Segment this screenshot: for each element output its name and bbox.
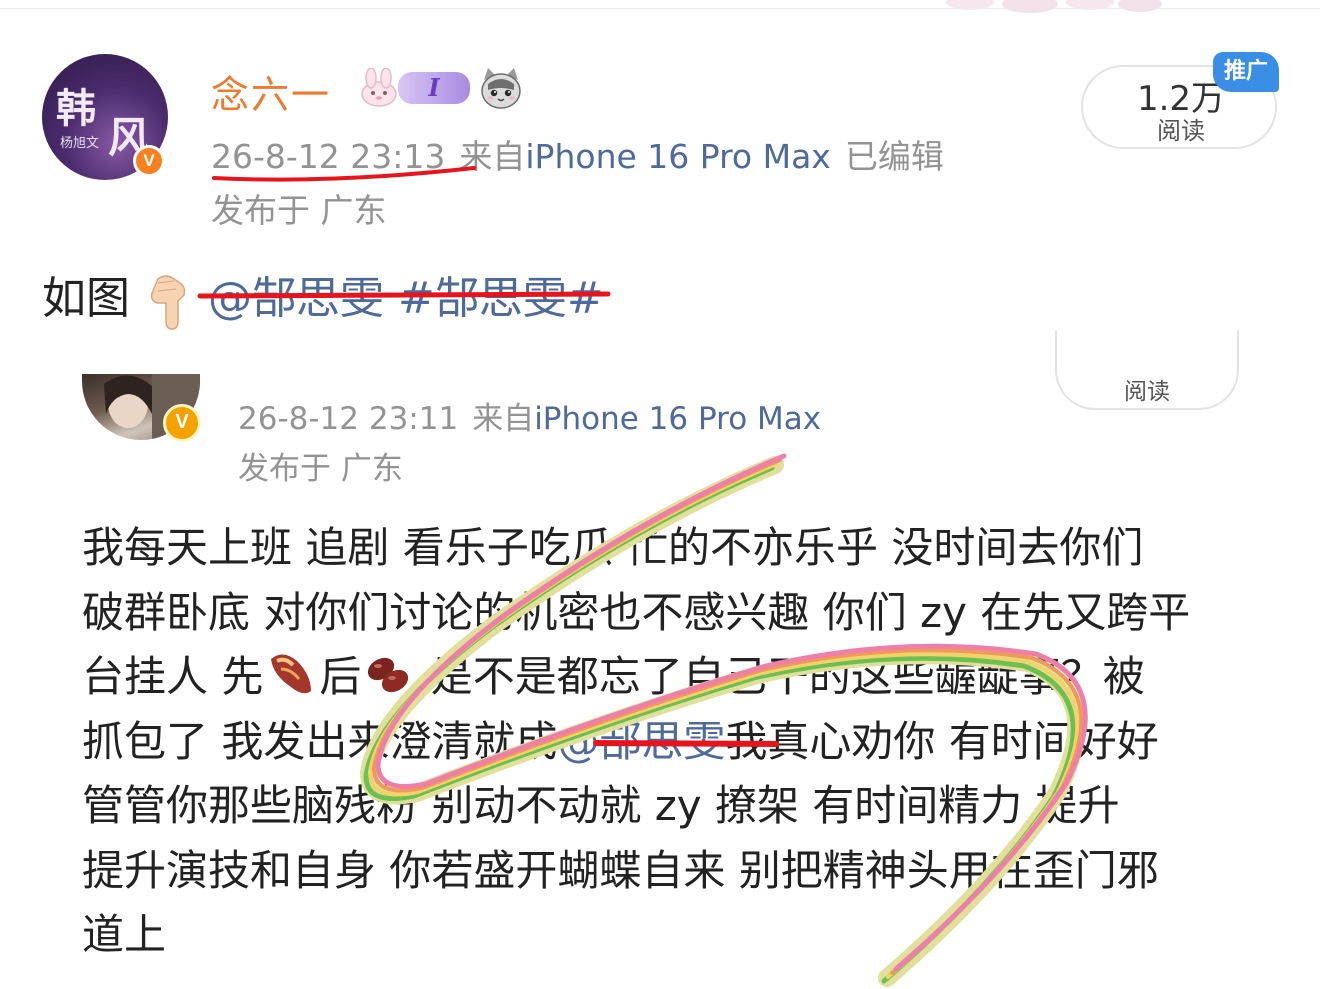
- read-label: 阅读: [1157, 117, 1205, 145]
- body-line-4b: 我真心劝你 有时间好好: [725, 716, 1159, 766]
- post-text: 如图 @郜思雯 #郜思雯#: [42, 262, 604, 331]
- rabbit-badge-icon: [361, 68, 397, 107]
- edited-label[interactable]: 已编辑: [845, 137, 944, 176]
- hand-pointing-down-icon: [150, 275, 186, 330]
- verified-badge-icon: V: [133, 145, 165, 177]
- post-meta: 26-8-12 23:13 来自iPhone 16 Pro Max 已编辑: [211, 130, 944, 178]
- original-source-prefix: 来自: [472, 401, 535, 437]
- body-line-4a: 抓包了 我发出来澄清就成: [82, 716, 558, 766]
- level-badge: I: [398, 72, 470, 104]
- avatar-text-3: 杨旭文: [60, 136, 100, 151]
- original-meta: 26-8-12 23:11 来自iPhone 16 Pro Max: [238, 393, 821, 438]
- body-line-7: 道上: [82, 910, 167, 959]
- cat-badge-icon: [481, 68, 521, 109]
- body-line-2: 破群卧底 对你们讨论的机密也不感兴趣 你们 zy 在先又跨平: [82, 587, 1191, 637]
- body-line-3b: 后: [319, 652, 362, 701]
- post-mention-link[interactable]: @郜思雯: [208, 273, 384, 324]
- body-line-4: 抓包了 我发出来澄清就成@郜思雯我真心劝你 有时间好好: [82, 710, 1262, 775]
- post-device[interactable]: iPhone 16 Pro Max: [525, 137, 830, 176]
- post-topic-link[interactable]: #郜思雯#: [398, 273, 604, 324]
- original-device[interactable]: iPhone 16 Pro Max: [534, 401, 821, 437]
- body-mention-link[interactable]: @郜思雯: [557, 717, 725, 766]
- original-time: 26-8-12 23:11: [238, 401, 459, 437]
- original-verified-badge-icon: V: [163, 404, 201, 442]
- sweet-potato-icon: [271, 654, 312, 694]
- body-line-6: 提升演技和自身 你若盛开蝴蝶自来 别把精神头用在歪门邪: [82, 845, 1159, 895]
- weibo-screenshot: 韩 风 杨旭文 V 念六一 I 26-8-12 23:13 来自iPhone 16…: [0, 0, 1320, 989]
- body-line-3: 台挂人 先 后 是不是都忘了自己干的这些龌龊事？被: [82, 645, 1262, 710]
- original-read-label: 阅读: [1124, 379, 1170, 405]
- body-line-3a: 台挂人 先: [82, 652, 264, 701]
- body-line-1: 我每天上班 追剧 看乐子吃瓜 忙的不亦乐乎 没时间去你们: [82, 523, 1144, 572]
- top-decoration: [946, 0, 1162, 13]
- post-time: 26-8-12 23:13: [211, 137, 446, 176]
- post-location: 发布于 广东: [211, 191, 387, 230]
- promo-badge[interactable]: 推广: [1213, 52, 1279, 92]
- body-line-5: 管管你那些脑残粉 别动不动就 zy 撩架 有时间精力 提升: [82, 781, 1120, 830]
- original-location: 发布于 广东: [238, 451, 403, 487]
- source-prefix: 来自: [459, 137, 526, 176]
- body-line-3c: 是不是都忘了自己干的这些龌龊事？被: [417, 652, 1145, 701]
- original-body: 我每天上班 追剧 看乐子吃瓜 忙的不亦乐乎 没时间去你们 破群卧底 对你们讨论的…: [82, 516, 1262, 968]
- beans-icon: [368, 657, 409, 693]
- post-text-prefix: 如图: [42, 273, 130, 324]
- author-name[interactable]: 念六一: [211, 64, 331, 119]
- avatar-text-1: 韩: [56, 85, 96, 132]
